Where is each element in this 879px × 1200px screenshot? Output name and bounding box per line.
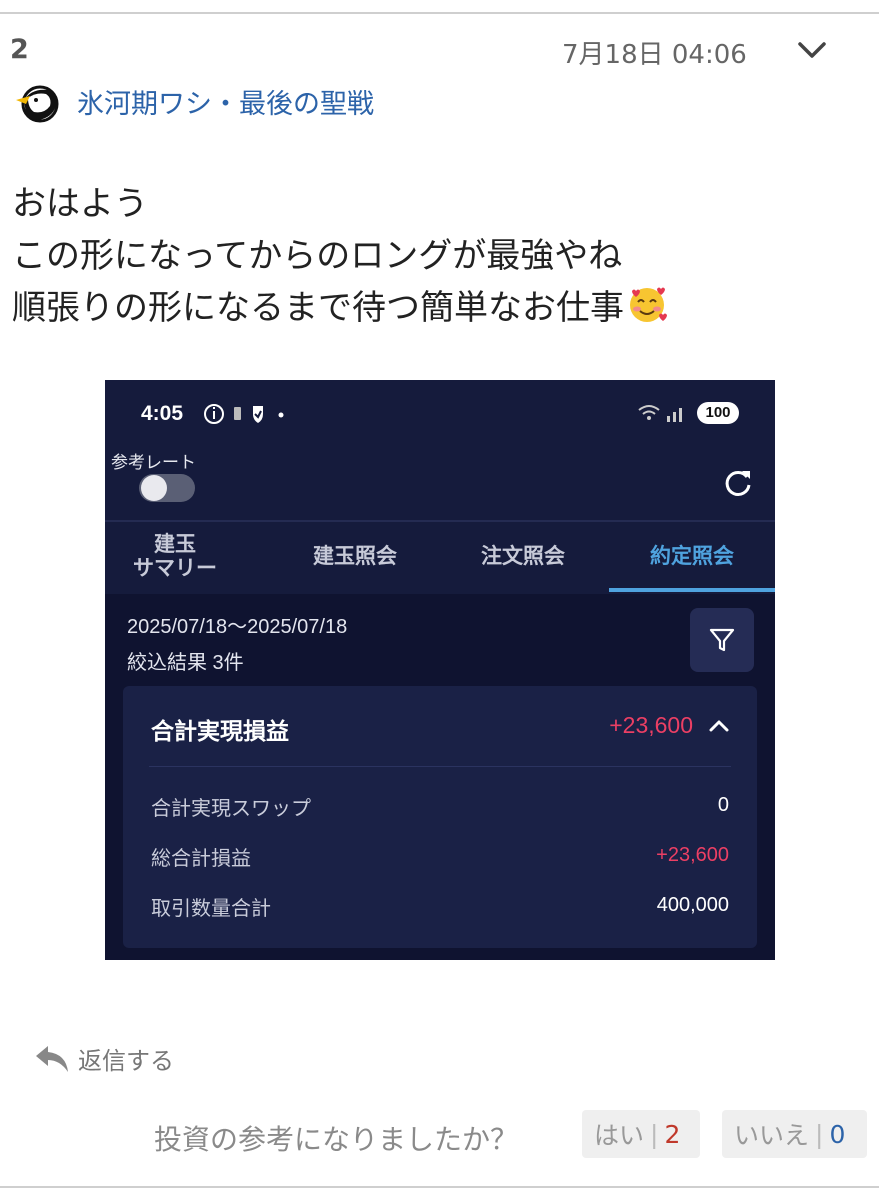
tab-position-summary[interactable]: 建玉 サマリー bbox=[105, 522, 245, 592]
chevron-down-icon[interactable] bbox=[792, 30, 832, 70]
card-divider bbox=[149, 766, 731, 767]
tab-label: 約定照会 bbox=[650, 545, 734, 568]
vote-yes-button[interactable]: はい | 2 bbox=[582, 1110, 700, 1158]
post-number: 2 bbox=[10, 34, 29, 65]
status-time: 4:05 bbox=[141, 402, 184, 425]
active-tab-indicator bbox=[609, 588, 775, 592]
signal-wifi-icons bbox=[635, 400, 695, 431]
row-value-volume: 400,000 bbox=[656, 894, 729, 916]
card-total-pnl: +23,600 bbox=[609, 712, 693, 738]
vote-separator: | bbox=[650, 1119, 659, 1149]
card-title: 合計実現損益 bbox=[151, 718, 289, 744]
vote-no-count: 0 bbox=[829, 1119, 846, 1149]
author-avatar-eagle-icon[interactable] bbox=[12, 78, 62, 124]
tab-execution-inquiry[interactable]: 約定照会 bbox=[609, 522, 775, 592]
row-value-total-pnl: +23,600 bbox=[656, 844, 729, 866]
post-line-3: 順張りの形になるまで待つ簡単なお仕事 bbox=[12, 288, 624, 328]
date-range: 2025/07/18〜2025/07/18 bbox=[127, 616, 348, 638]
row-label-total-pnl: 総合計損益 bbox=[151, 848, 251, 870]
status-left-icons bbox=[203, 402, 313, 433]
filter-result-count: 絞込結果 3件 bbox=[127, 652, 244, 674]
results-area: 2025/07/18〜2025/07/18 絞込結果 3件 合計実現損益 +23… bbox=[105, 594, 775, 960]
vote-yes-count: 2 bbox=[664, 1119, 681, 1149]
vote-question: 投資の参考になりましたか？ bbox=[154, 1123, 519, 1156]
toggle-knob bbox=[141, 475, 167, 501]
post-date: 7月18日 04:06 bbox=[562, 40, 747, 70]
vote-separator: | bbox=[815, 1119, 824, 1149]
post-body: おはよう この形になってからのロングが最強やね 順張りの形になるまで待つ簡単なお… bbox=[12, 178, 862, 334]
post-line-1: おはよう bbox=[12, 184, 148, 224]
reply-button[interactable]: 返信する bbox=[32, 1040, 174, 1076]
row-label-swap: 合計実現スワップ bbox=[151, 798, 311, 820]
post-line-3-wrapper: 順張りの形になるまで待つ簡単なお仕事 bbox=[12, 282, 862, 334]
top-divider bbox=[0, 12, 879, 14]
smiling-face-with-hearts-icon bbox=[626, 283, 668, 325]
filter-button[interactable] bbox=[690, 608, 754, 672]
tab-label: 注文照会 bbox=[481, 545, 565, 568]
reply-arrow-icon bbox=[36, 1046, 68, 1072]
battery-level: 100 bbox=[697, 402, 739, 424]
embedded-app-screenshot: 4:05 100 参考レート 建玉 サマリー 建玉照会 注文照会 約定照会 20… bbox=[105, 380, 775, 960]
row-value-swap: 0 bbox=[717, 794, 729, 816]
ref-rate-label: 参考レート bbox=[111, 453, 196, 472]
post-line-2: この形になってからのロングが最強やね bbox=[12, 236, 623, 276]
pnl-summary-card: 合計実現損益 +23,600 合計実現スワップ 0 総合計損益 +23,600 … bbox=[123, 686, 757, 948]
chevron-up-icon[interactable] bbox=[707, 716, 731, 736]
tab-label: 建玉照会 bbox=[313, 545, 397, 568]
author-name-link[interactable]: 氷河期ワシ・最後の聖戦 bbox=[77, 82, 374, 121]
tab-label-line2: サマリー bbox=[133, 557, 217, 580]
vote-no-button[interactable]: いいえ | 0 bbox=[722, 1110, 867, 1158]
filter-funnel-icon bbox=[709, 628, 735, 652]
bottom-divider bbox=[0, 1186, 879, 1188]
vote-yes-label: はい bbox=[594, 1121, 645, 1150]
tab-position-inquiry[interactable]: 建玉照会 bbox=[275, 522, 435, 592]
vote-no-label: いいえ bbox=[734, 1121, 810, 1150]
tab-label-line1: 建玉 bbox=[154, 533, 196, 556]
reply-label: 返信する bbox=[78, 1046, 174, 1075]
tab-order-inquiry[interactable]: 注文照会 bbox=[443, 522, 603, 592]
ref-rate-toggle[interactable] bbox=[139, 474, 195, 502]
refresh-icon[interactable] bbox=[721, 466, 755, 500]
row-label-volume: 取引数量合計 bbox=[151, 898, 271, 920]
